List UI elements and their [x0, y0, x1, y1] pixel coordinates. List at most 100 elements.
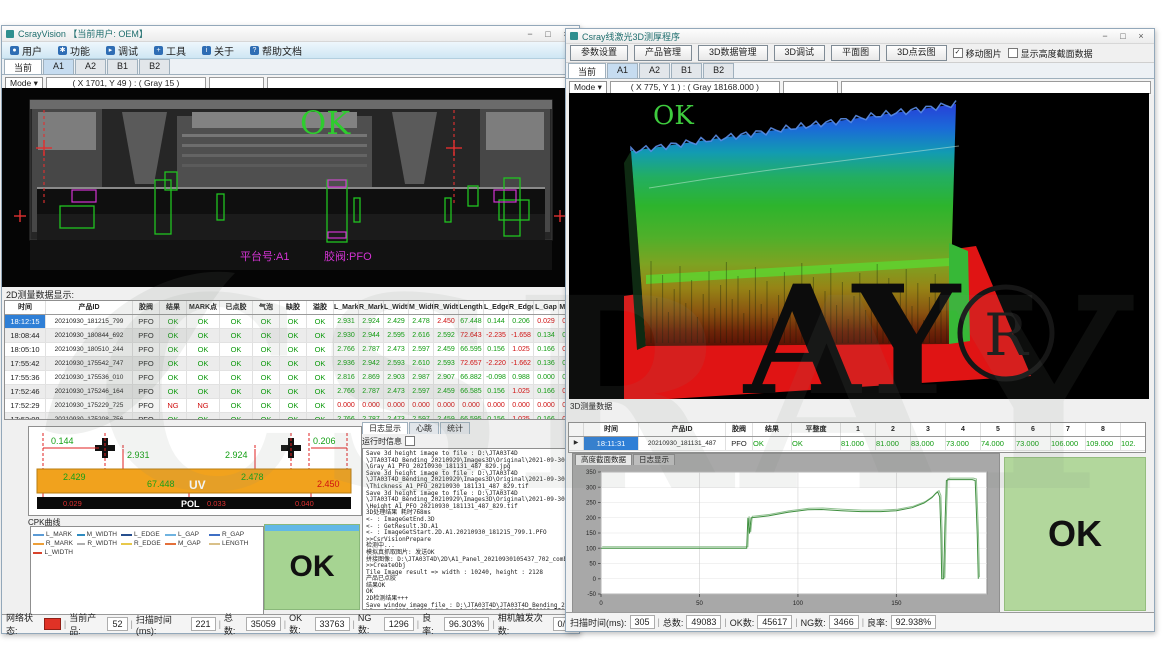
- menu-关于[interactable]: i关于: [194, 42, 242, 58]
- xray-image-view[interactable]: OK 平台号:A1 胶阀:PFO: [2, 88, 579, 287]
- svg-text:100: 100: [793, 601, 804, 607]
- table-row[interactable]: 17:55:4220210930_175542_747PFOOKOKOKOKOK…: [5, 357, 569, 371]
- col3d-结果: 结果: [753, 423, 792, 436]
- measure-diagram: 0.144 2.931 2.924 0.206 2.429 67.448 2.4…: [29, 427, 359, 513]
- cell-value: 0.000: [459, 399, 484, 412]
- legend-R_WIDTH: R_WIDTH: [77, 540, 117, 547]
- cell-status: OK: [220, 399, 253, 412]
- table-3d-row[interactable]: ▶18:11:3120210930_181131_487PFOOKOK81.00…: [569, 437, 1145, 451]
- chart-tab-日志显示[interactable]: 日志显示: [633, 454, 675, 465]
- legend-swatch: [33, 543, 44, 545]
- cell-value: 0.156: [484, 385, 509, 398]
- status-3d-value: 3466: [829, 615, 859, 629]
- table-row[interactable]: 18:08:4420210930_180844_692PFOOKOKOKOKOK…: [5, 329, 569, 343]
- cell-status: OK: [160, 371, 187, 384]
- surface-3d-view[interactable]: AY R OK: [569, 93, 1149, 399]
- cell3d-value: 81.000: [876, 437, 911, 450]
- dim-rmark: 0.206: [313, 436, 336, 446]
- cell-value: -0.098: [484, 371, 509, 384]
- svg-text:250: 250: [586, 501, 597, 507]
- chart-tab-高度截面数据[interactable]: 高度截面数据: [575, 454, 632, 465]
- cell-value: 2.592: [434, 329, 459, 342]
- minimize-button-3d[interactable]: −: [1096, 29, 1114, 43]
- close-button-3d[interactable]: ×: [1132, 29, 1150, 43]
- table-2d[interactable]: 时间产品ID胶阀结果MARK点已点胶气泡缺胶溢胶L_MarkR_MarkL_Wi…: [4, 300, 570, 420]
- tab-A2[interactable]: A2: [75, 59, 106, 74]
- cell-status: OK: [187, 385, 220, 398]
- cell-value: 0.029: [534, 315, 559, 328]
- minimize-button[interactable]: −: [521, 27, 539, 41]
- cell-id: 20210930_180844_692: [46, 329, 133, 342]
- window-title: CsrayVision 【当前用户: OEM】: [18, 27, 148, 40]
- status-separator: |: [131, 619, 133, 629]
- cell-value: 2.936: [334, 357, 359, 370]
- toolbar-button-平面图[interactable]: 平面图: [831, 45, 880, 61]
- col-溢胶: 溢胶: [307, 301, 334, 314]
- help-menu-icon: ?: [250, 46, 259, 55]
- toolbar-button-3D点云图[interactable]: 3D点云图: [886, 45, 947, 61]
- cell-value: 0.000: [484, 399, 509, 412]
- mode-dropdown-3d[interactable]: Mode ▾: [569, 81, 607, 94]
- table-row[interactable]: 18:12:1520210930_181215_799PFOOKOKOKOKOK…: [5, 315, 569, 329]
- left-titlebar[interactable]: CsrayVision 【当前用户: OEM】 − □ ×: [2, 26, 579, 42]
- cell-value: 0.156: [484, 413, 509, 420]
- toolbar-button-参数设置[interactable]: 参数设置: [570, 45, 628, 61]
- tab3d-A1[interactable]: A1: [607, 63, 638, 78]
- tab3d-B1[interactable]: B1: [671, 63, 702, 78]
- dim-mwidth: 2.478: [241, 472, 264, 482]
- tab-B2[interactable]: B2: [139, 59, 170, 74]
- cell-status: OK: [253, 413, 280, 420]
- svg-text:50: 50: [589, 562, 596, 568]
- status-separator: |: [64, 619, 66, 629]
- status-3d-label: 总数:: [663, 616, 684, 629]
- cell-status: OK: [307, 329, 334, 342]
- tab3d-当前[interactable]: 当前: [568, 63, 606, 78]
- table-row[interactable]: 17:55:3620210930_175536_010PFOOKOKOKOKOK…: [5, 371, 569, 385]
- svg-text:150: 150: [891, 601, 902, 607]
- col3d-2: 2: [876, 423, 911, 436]
- cell3d-value: 81.000: [841, 437, 876, 450]
- cell-status: OK: [220, 371, 253, 384]
- log-tab-心跳[interactable]: 心跳: [409, 422, 439, 434]
- log-tab-统计[interactable]: 统计: [440, 422, 470, 434]
- cell3d-valve: PFO: [726, 437, 753, 450]
- toolbar-checkbox-显示高度截面数据[interactable]: 显示高度截面数据: [1008, 47, 1093, 60]
- toolbar-checkbox-移动图片[interactable]: ✓移动图片: [953, 47, 1002, 60]
- toolbar-button-3D调试[interactable]: 3D调试: [774, 45, 826, 61]
- tab3d-B2[interactable]: B2: [703, 63, 734, 78]
- log-output[interactable]: Save 3d height image to file : D:\JTA03T…: [362, 448, 566, 610]
- menu-调试[interactable]: ▸调试: [98, 42, 146, 58]
- tab-B1[interactable]: B1: [107, 59, 138, 74]
- tab-A1[interactable]: A1: [43, 59, 74, 74]
- cell-valve: PFO: [133, 329, 160, 342]
- table-row[interactable]: 17:52:0820210930_175208_756PFOOKOKOKOKOK…: [5, 413, 569, 420]
- menu-用户[interactable]: ●用户: [2, 42, 50, 58]
- maximize-button-3d[interactable]: □: [1114, 29, 1132, 43]
- table-row[interactable]: 17:52:2920210930_175229_725PFONGNGOKOKOK…: [5, 399, 569, 413]
- toolbar-button-产品管理[interactable]: 产品管理: [634, 45, 692, 61]
- cell-status: OK: [280, 413, 307, 420]
- cell-time: 17:52:08: [5, 413, 46, 420]
- menu-功能[interactable]: ✱功能: [50, 42, 98, 58]
- status-3d-value: 92.938%: [891, 615, 937, 629]
- menu-帮助文档[interactable]: ?帮助文档: [242, 42, 310, 58]
- cell-id: 20210930_175536_010: [46, 371, 133, 384]
- runtime-info-checkbox[interactable]: [405, 436, 415, 446]
- cell3d-flatness: OK: [792, 437, 841, 450]
- status-separator: |: [219, 619, 221, 629]
- toolbar-button-3D数据管理[interactable]: 3D数据管理: [698, 45, 768, 61]
- table-3d[interactable]: 时间产品ID胶阀结果平整度12345678▶18:11:3120210930_1…: [568, 422, 1146, 453]
- right-titlebar[interactable]: Csray线激光3D测厚程序 − □ ×: [566, 29, 1154, 44]
- table-row[interactable]: 18:05:1020210930_180510_244PFOOKOKOKOKOK…: [5, 343, 569, 357]
- menu-工具[interactable]: +工具: [146, 42, 194, 58]
- maximize-button[interactable]: □: [539, 27, 557, 41]
- cell3d-id: 20210930_181131_487: [639, 437, 726, 450]
- table-row[interactable]: 17:52:4620210930_175246_164PFOOKOKOKOKOK…: [5, 385, 569, 399]
- log-tab-日志显示[interactable]: 日志显示: [362, 422, 408, 434]
- cell-value: 2.610: [409, 357, 434, 370]
- tab-当前[interactable]: 当前: [4, 59, 42, 74]
- csray-3d-window: Csray线激光3D测厚程序 − □ × 参数设置产品管理 3D数据管理 3D调试平…: [565, 28, 1155, 632]
- svg-text:AY: AY: [742, 253, 962, 399]
- cell-value: 0.144: [484, 315, 509, 328]
- tab3d-A2[interactable]: A2: [639, 63, 670, 78]
